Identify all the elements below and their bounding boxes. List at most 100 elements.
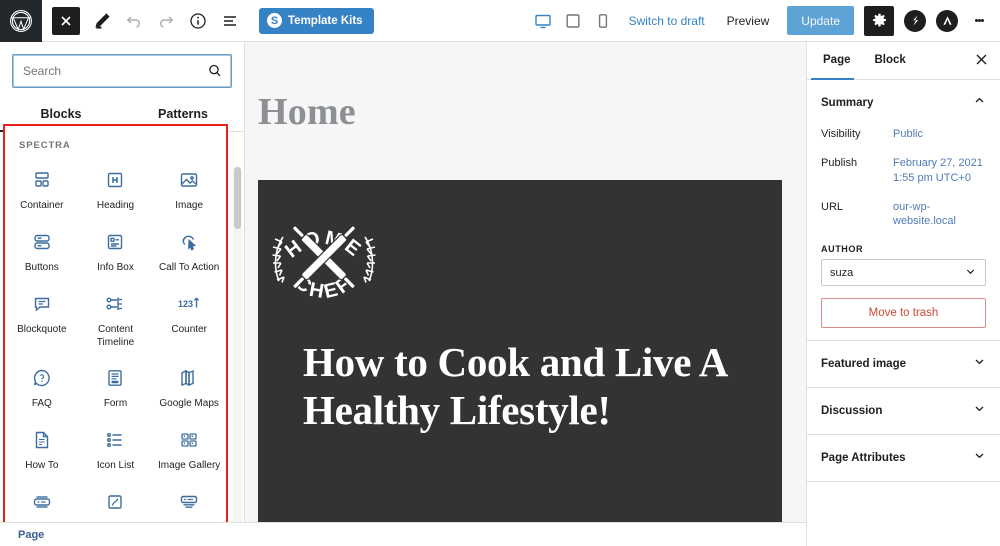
top-bar-right-tools: Switch to draft Preview Update <box>529 5 1000 36</box>
block-label: Call To Action <box>158 262 220 273</box>
heading-icon <box>104 167 126 193</box>
breadcrumb[interactable]: Page <box>18 529 44 541</box>
featured-image-section-header[interactable]: Featured image <box>807 341 1000 389</box>
block-item-how-to[interactable]: How To <box>5 417 79 479</box>
block-label: Blockquote <box>17 324 67 335</box>
block-grid: Container Heading Image Buttons Info Box… <box>5 157 226 541</box>
editor-bottom-bar: Page <box>0 522 806 546</box>
block-item-image-gallery[interactable]: Image Gallery <box>152 417 226 479</box>
summary-title: Summary <box>821 97 874 109</box>
editor-top-bar: S Template Kits Switch to draft Preview … <box>0 0 1000 42</box>
row-value[interactable]: Public <box>893 127 923 142</box>
page-attributes-section-header[interactable]: Page Attributes <box>807 435 1000 483</box>
preview-button[interactable]: Preview <box>717 14 780 28</box>
block-item-google-maps[interactable]: Google Maps <box>152 355 226 417</box>
block-item-heading[interactable]: Heading <box>79 157 153 219</box>
wordpress-logo-icon[interactable] <box>0 0 42 42</box>
summary-section-header[interactable]: Summary <box>807 80 1000 118</box>
author-label: AUTHOR <box>821 244 864 255</box>
search-input[interactable] <box>13 64 231 78</box>
block-label: FAQ <box>31 398 52 409</box>
redo-icon[interactable] <box>151 6 181 36</box>
astra-a-icon[interactable] <box>936 9 958 32</box>
buttons-icon <box>31 229 53 255</box>
block-item-content-timeline[interactable]: Content Timeline <box>79 281 153 355</box>
block-item-image[interactable]: Image <box>152 157 226 219</box>
update-button[interactable]: Update <box>787 6 854 35</box>
move-to-trash-button[interactable]: Move to trash <box>821 298 986 329</box>
image-gallery-icon <box>178 427 200 453</box>
settings-sidebar: Page Block Summary Visibility Public Pub… <box>806 42 1000 546</box>
mobile-icon[interactable] <box>589 7 617 35</box>
block-label: Heading <box>96 200 135 211</box>
form-icon <box>104 365 126 391</box>
spectra-s-icon: S <box>267 13 282 28</box>
block-label: Icon List <box>96 460 135 471</box>
chevron-down-icon <box>973 449 986 467</box>
desktop-icon[interactable] <box>529 7 557 35</box>
block-item-call-to-action[interactable]: Call To Action <box>152 219 226 281</box>
svg-text:123: 123 <box>178 299 193 309</box>
search-icon <box>207 63 223 84</box>
discussion-section-header[interactable]: Discussion <box>807 388 1000 436</box>
block-item-blockquote[interactable]: Blockquote <box>5 281 79 355</box>
switch-to-draft-button[interactable]: Switch to draft <box>619 14 715 28</box>
block-label: Counter <box>171 324 207 335</box>
marketing-button-icon <box>31 489 53 515</box>
template-kits-label: Template Kits <box>288 14 363 27</box>
inserter-scrollbar[interactable] <box>233 166 242 546</box>
tab-block[interactable]: Block <box>863 43 918 78</box>
block-item-buttons[interactable]: Buttons <box>5 219 79 281</box>
hero-heading[interactable]: How to Cook and Live A Healthy Lifestyle… <box>303 338 743 435</box>
how-to-icon <box>31 427 53 453</box>
call-to-action-icon <box>178 229 200 255</box>
kebab-menu-icon[interactable] <box>966 7 992 35</box>
template-kits-button[interactable]: S Template Kits <box>259 7 374 34</box>
block-item-icon-list[interactable]: Icon List <box>79 417 153 479</box>
blockquote-icon <box>31 291 53 317</box>
undo-icon[interactable] <box>119 6 149 36</box>
block-label: Image Gallery <box>158 460 221 471</box>
info-icon[interactable] <box>183 6 213 36</box>
page-title[interactable]: Home <box>245 42 807 134</box>
block-item-faq[interactable]: FAQ <box>5 355 79 417</box>
block-inserter-panel: Blocks Patterns SPECTRA Container H <box>0 42 245 546</box>
block-label: Form <box>103 398 128 409</box>
row-value[interactable]: our-wp-website.local <box>893 200 986 230</box>
list-view-icon[interactable] <box>215 6 245 36</box>
block-item-counter[interactable]: 123 Counter <box>152 281 226 355</box>
block-label: Content Timeline <box>96 324 135 348</box>
block-item-info-box[interactable]: Info Box <box>79 219 153 281</box>
summary-row-url: URL our-wp-website.local <box>821 193 986 237</box>
editor-canvas: Home HOME CHEF <box>245 42 807 522</box>
tab-page[interactable]: Page <box>811 43 863 78</box>
search-box[interactable] <box>12 54 232 88</box>
chevron-up-icon <box>973 94 986 112</box>
close-icon[interactable] <box>52 6 80 35</box>
author-select[interactable]: suza <box>821 259 986 287</box>
pencil-edit-icon[interactable] <box>87 6 117 36</box>
block-item-container[interactable]: Container <box>5 157 79 219</box>
block-label: Google Maps <box>159 398 219 409</box>
search-area <box>0 42 244 88</box>
block-item-form[interactable]: Form <box>79 355 153 417</box>
row-key: Publish <box>821 156 858 169</box>
hero-cover-block[interactable]: HOME CHEF <box>258 180 782 522</box>
block-label: How To <box>25 460 59 471</box>
spectra-s-icon[interactable] <box>904 9 926 32</box>
scrollbar-thumb[interactable] <box>234 167 241 229</box>
chevron-down-icon <box>973 402 986 420</box>
block-label: Buttons <box>24 262 59 273</box>
google-maps-icon <box>178 365 200 391</box>
top-bar-left-tools: S Template Kits <box>42 6 374 36</box>
tablet-icon[interactable] <box>559 7 587 35</box>
summary-body: Visibility Public Publish February 27, 2… <box>807 118 1000 340</box>
block-label: Container <box>20 200 64 211</box>
gear-icon[interactable] <box>864 5 894 36</box>
block-label: Info Box <box>97 262 134 273</box>
settings-tabs: Page Block <box>807 42 1000 80</box>
close-icon[interactable] <box>967 49 996 73</box>
image-icon <box>178 167 200 193</box>
icon-list-icon <box>104 427 126 453</box>
row-value[interactable]: February 27, 2021 1:55 pm UTC+0 <box>893 156 986 186</box>
